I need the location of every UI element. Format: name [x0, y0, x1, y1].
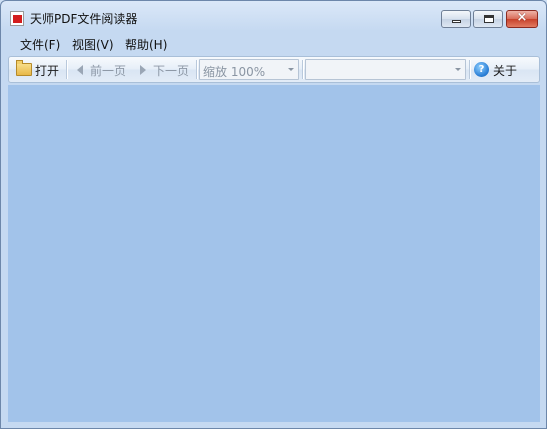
- toolbar-separator: [469, 60, 471, 79]
- chevron-down-icon: [288, 68, 294, 71]
- next-page-button[interactable]: 下一页: [134, 62, 194, 78]
- open-label: 打开: [35, 64, 60, 78]
- help-icon: ?: [474, 62, 489, 77]
- about-label: 关于: [493, 64, 518, 78]
- pdf-app-icon[interactable]: [10, 11, 24, 26]
- next-page-label: 下一页: [153, 64, 190, 78]
- minimize-button[interactable]: [441, 10, 471, 28]
- close-button[interactable]: ×: [506, 10, 538, 28]
- arrow-left-icon: [77, 65, 83, 75]
- menu-view[interactable]: 视图(V): [70, 36, 116, 53]
- toolbar-separator: [196, 60, 198, 79]
- chevron-down-icon: [455, 68, 461, 71]
- menu-help[interactable]: 帮助(H): [123, 36, 169, 53]
- open-button[interactable]: 打开: [16, 60, 64, 78]
- close-icon: ×: [516, 10, 528, 25]
- prev-page-label: 前一页: [90, 64, 127, 78]
- zoom-value: 缩放 100%: [203, 65, 266, 79]
- menu-bar: 文件(F) 视图(V) 帮助(H): [9, 33, 538, 53]
- toolbar-separator: [66, 60, 68, 79]
- toolbar: 打开 前一页 下一页 缩放 100% ? 关于: [8, 56, 540, 83]
- maximize-button[interactable]: [473, 10, 503, 28]
- about-button[interactable]: ? 关于: [474, 62, 524, 78]
- folder-open-icon: [16, 60, 32, 76]
- page-combo[interactable]: [305, 59, 466, 80]
- title-bar[interactable]: 天师PDF文件阅读器 ×: [1, 1, 546, 33]
- window-title: 天师PDF文件阅读器: [30, 12, 138, 26]
- zoom-combo[interactable]: 缩放 100%: [199, 59, 299, 80]
- menu-file[interactable]: 文件(F): [18, 36, 62, 53]
- app-window: 天师PDF文件阅读器 × 文件(F) 视图(V) 帮助(H) 打开 前一页 下一…: [0, 0, 547, 429]
- document-view[interactable]: [8, 85, 540, 422]
- arrow-right-icon: [140, 65, 146, 75]
- prev-page-button[interactable]: 前一页: [71, 62, 131, 78]
- toolbar-separator: [302, 60, 304, 79]
